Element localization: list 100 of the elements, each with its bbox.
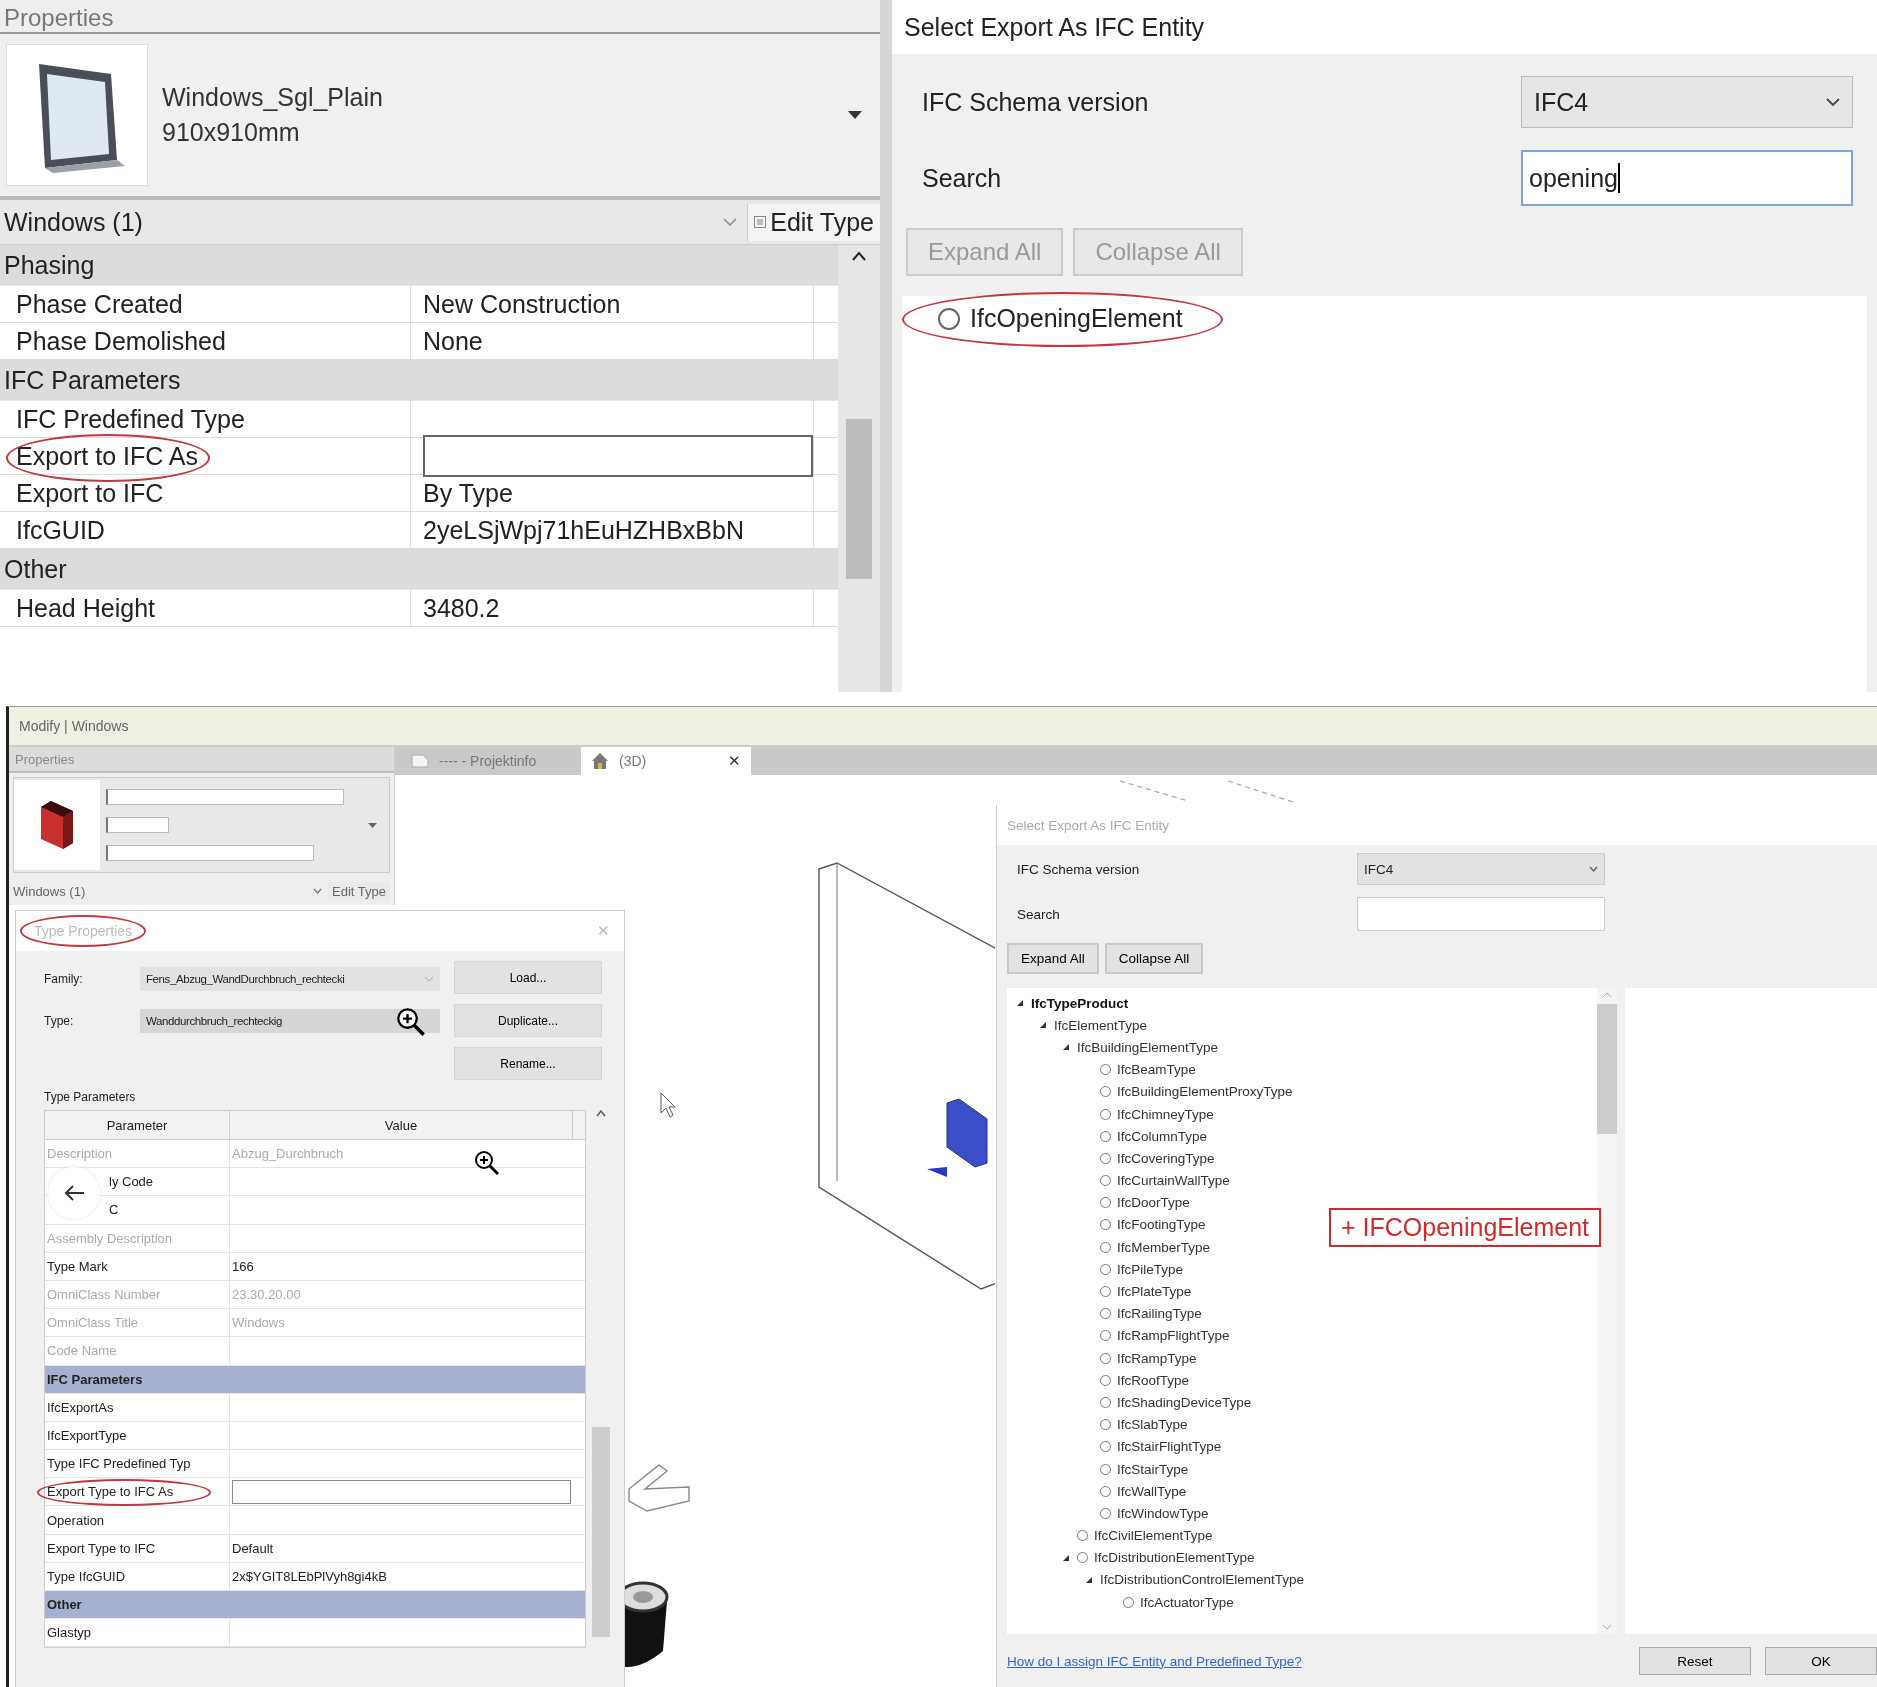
radio-button[interactable] [1100, 1241, 1111, 1253]
radio-button[interactable] [1100, 1441, 1111, 1453]
tree-item[interactable]: IfcBuildingElementType [1077, 1039, 1219, 1055]
tree-item[interactable]: IfcCoveringType [1117, 1150, 1215, 1166]
tree-item[interactable]: IfcActuatorType [1140, 1594, 1234, 1610]
entity-name[interactable]: IfcOpeningElement [970, 304, 1183, 333]
dropdown-caret-icon[interactable] [848, 111, 862, 119]
family-dropdown[interactable]: Fens_Abzug_WandDurchbruch_rechtecki [140, 967, 440, 991]
radio-button[interactable] [1100, 1219, 1111, 1231]
radio-button[interactable] [1100, 1286, 1111, 1298]
tree-button[interactable]: Expand All [1007, 943, 1099, 974]
group-header[interactable]: Phasing [0, 245, 838, 286]
scroll-thumb[interactable] [1597, 1004, 1617, 1134]
dialog-button[interactable]: Rename... [454, 1047, 602, 1080]
radio-button[interactable] [1100, 1175, 1111, 1187]
view-tab[interactable]: (3D) ✕ [581, 747, 751, 775]
dialog-button[interactable]: Reset [1639, 1647, 1751, 1675]
chevron-down-icon[interactable] [313, 888, 323, 894]
radio-button[interactable] [1100, 1485, 1111, 1497]
dialog-button[interactable]: Load... [454, 961, 602, 994]
dialog-button[interactable]: Duplicate... [454, 1004, 602, 1037]
radio-button[interactable] [1100, 1463, 1111, 1475]
tree-item[interactable]: IfcRailingType [1117, 1306, 1202, 1322]
tree-item[interactable]: IfcDistributionElementType [1094, 1550, 1255, 1566]
radio-button[interactable] [1100, 1308, 1111, 1320]
chevron-down-icon[interactable] [723, 217, 738, 227]
group-header[interactable]: IFC Parameters [45, 1365, 585, 1394]
category-selector[interactable]: Windows (1) [4, 207, 714, 237]
tree-item[interactable]: IfcFootingType [1117, 1217, 1206, 1233]
tree-button[interactable]: Collapse All [1104, 943, 1204, 974]
tree-item[interactable]: IfcWindowType [1117, 1505, 1209, 1521]
edit-type-button[interactable]: Edit Type [747, 203, 880, 241]
value-field[interactable] [232, 1479, 571, 1504]
radio-button[interactable] [1100, 1130, 1111, 1142]
tree-item[interactable]: IfcStairType [1117, 1461, 1189, 1477]
category-selector[interactable]: Windows (1) [13, 883, 308, 899]
column-header[interactable]: Value [230, 1111, 573, 1139]
scrollbar[interactable] [1597, 988, 1617, 1634]
group-header[interactable]: Other [45, 1591, 585, 1620]
expander-triangle-icon[interactable] [1062, 1043, 1070, 1052]
type-dropdown[interactable]: Wanddurchbruch_rechteckig [140, 1009, 440, 1033]
tree-item[interactable]: IfcCivilElementType [1094, 1528, 1213, 1544]
tree-item[interactable]: IfcSlabType [1117, 1417, 1188, 1433]
radio-button[interactable] [1100, 1396, 1111, 1408]
scrollbar[interactable] [838, 245, 880, 692]
radio-button[interactable] [938, 307, 960, 330]
radio-button[interactable] [1100, 1352, 1111, 1364]
radio-button[interactable] [1100, 1419, 1111, 1431]
radio-button[interactable] [1100, 1064, 1111, 1076]
tree-item[interactable]: IfcStairFlightType [1117, 1439, 1222, 1455]
dialog-button[interactable]: OK [1765, 1647, 1877, 1675]
radio-button[interactable] [1100, 1108, 1111, 1120]
search-field[interactable]: opening [1521, 150, 1853, 206]
radio-button[interactable] [1100, 1330, 1111, 1342]
tree-item[interactable]: IfcDistributionControlElementType [1100, 1572, 1305, 1588]
tree-item[interactable]: IfcElementType [1054, 1017, 1148, 1033]
tree-item[interactable]: IfcChimneyType [1117, 1106, 1214, 1122]
help-link[interactable]: How do I assign IFC Entity and Predefined Type? [1007, 1653, 1302, 1669]
tree-item[interactable]: IfcRampType [1117, 1350, 1197, 1366]
radio-button[interactable] [1100, 1374, 1111, 1386]
scroll-thumb[interactable] [592, 1427, 610, 1637]
close-icon[interactable]: ✕ [728, 752, 741, 770]
column-header[interactable]: Parameter [45, 1111, 230, 1139]
tree-item[interactable]: IfcShadingDeviceType [1117, 1394, 1252, 1410]
tree-item[interactable]: IfcTypeProduct [1031, 995, 1129, 1011]
radio-button[interactable] [1077, 1552, 1088, 1564]
dropdown-caret-icon[interactable] [368, 822, 377, 828]
expander-triangle-icon[interactable] [1062, 1553, 1070, 1562]
tree-item[interactable]: IfcPileType [1117, 1261, 1184, 1277]
scroll-thumb[interactable] [846, 419, 872, 579]
radio-button[interactable] [1123, 1596, 1134, 1608]
scroll-down-icon[interactable] [1602, 1624, 1612, 1630]
tree-item[interactable]: IfcBuildingElementProxyType [1117, 1084, 1293, 1100]
expander-triangle-icon[interactable] [1016, 999, 1024, 1008]
tree-item[interactable]: IfcRoofType [1117, 1372, 1190, 1388]
tree-item[interactable]: IfcMemberType [1117, 1239, 1211, 1255]
schema-dropdown[interactable]: IFC4 [1521, 76, 1853, 128]
search-field[interactable] [1357, 897, 1605, 931]
tree-item[interactable]: IfcRampFlightType [1117, 1328, 1230, 1344]
radio-button[interactable] [1077, 1530, 1088, 1542]
tree-item[interactable]: IfcWallType [1117, 1483, 1187, 1499]
value-field[interactable] [423, 435, 813, 477]
expander-triangle-icon[interactable] [1085, 1575, 1093, 1584]
tree-item[interactable]: IfcPlateType [1117, 1284, 1192, 1300]
group-header[interactable]: IFC Parameters [0, 360, 838, 401]
radio-button[interactable] [1100, 1152, 1111, 1164]
tree-item[interactable]: IfcBeamType [1117, 1062, 1196, 1078]
scroll-up-icon[interactable] [596, 1110, 606, 1117]
tree-item[interactable]: IfcColumnType [1117, 1128, 1208, 1144]
expander-triangle-icon[interactable] [1039, 1021, 1047, 1030]
tree-item[interactable]: IfcDoorType [1117, 1195, 1190, 1211]
scroll-up-icon[interactable] [851, 251, 867, 261]
radio-button[interactable] [1100, 1507, 1111, 1519]
schema-dropdown[interactable]: IFC4 [1357, 853, 1605, 885]
edit-type-button[interactable]: Edit Type [328, 881, 390, 901]
radio-button[interactable] [1100, 1263, 1111, 1275]
radio-button[interactable] [1100, 1197, 1111, 1209]
radio-button[interactable] [1100, 1086, 1111, 1098]
group-header[interactable]: Other [0, 549, 838, 590]
tree-item[interactable]: IfcCurtainWallType [1117, 1173, 1230, 1189]
